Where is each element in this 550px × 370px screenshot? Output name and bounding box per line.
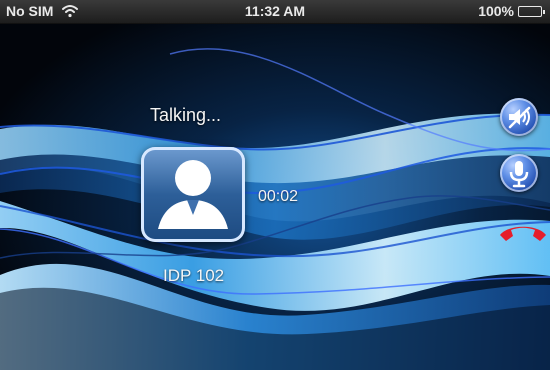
contact-avatar (141, 147, 245, 242)
contact-name: IDP 102 (163, 266, 225, 285)
hang-up-phone-icon (500, 226, 546, 241)
call-screen: No SIM 11:32 AM 100% Talking... 00:02 ID… (0, 0, 550, 370)
end-call-button[interactable] (496, 214, 550, 248)
battery-tip (543, 9, 545, 14)
person-icon (158, 160, 228, 229)
status-bar: No SIM 11:32 AM 100% (0, 0, 550, 24)
microphone-icon (509, 161, 529, 188)
battery-percent: 100% (478, 3, 514, 19)
speaker-muted-icon (508, 106, 531, 129)
call-timer: 00:02 (258, 188, 299, 205)
microphone-mute-button[interactable] (500, 154, 538, 192)
status-time: 11:32 AM (244, 3, 306, 19)
battery-icon (518, 5, 545, 17)
call-status-label: Talking... (150, 105, 222, 125)
status-right: 100% (478, 3, 545, 19)
speaker-mute-button[interactable] (500, 98, 538, 136)
